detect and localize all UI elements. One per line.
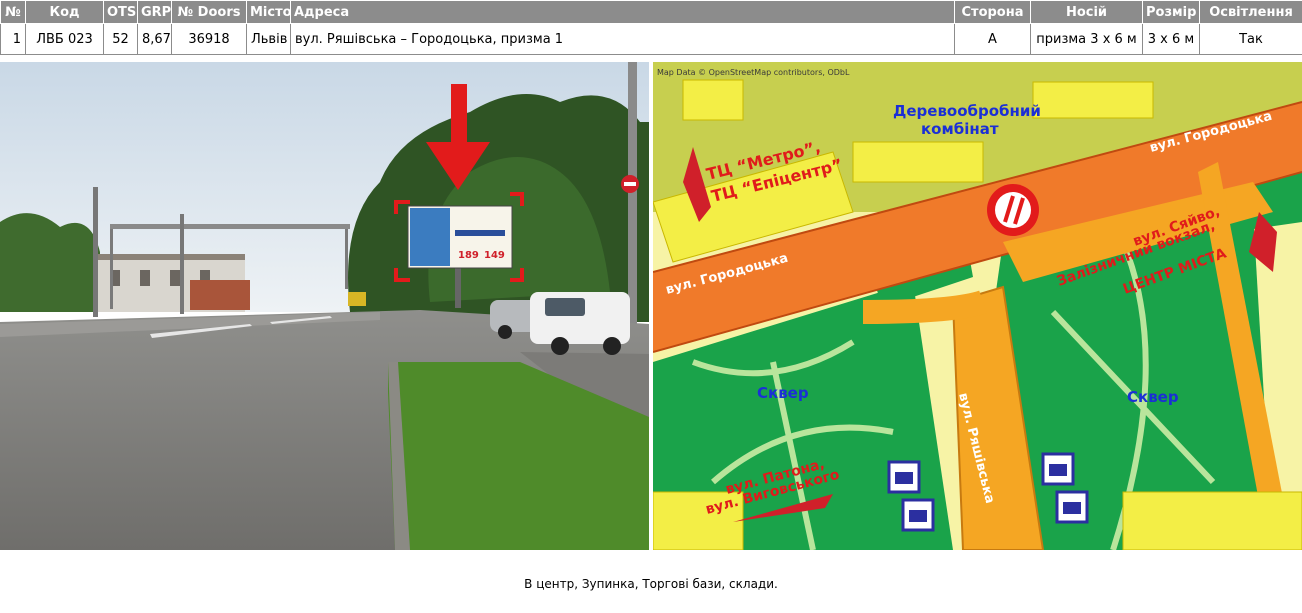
building-roof-red	[190, 280, 250, 310]
map-illustration: Map Data © OpenStreetMap contributors, O…	[653, 62, 1302, 550]
cell-number: 1	[0, 23, 26, 55]
bus-stop-icon	[1041, 452, 1075, 486]
cell-address: вул. Ряшівська – Городоцька, призма 1	[290, 23, 955, 55]
utility-pole	[93, 187, 98, 317]
label-factory-line1: Деревообробний	[893, 102, 1041, 120]
table-row: 1 ЛВБ 023 52 8,67 36918 Львів вул. Ряшів…	[0, 23, 1302, 55]
cell-ots: 52	[103, 23, 138, 55]
map-attribution: Map Data © OpenStreetMap contributors, O…	[657, 68, 850, 77]
col-header-number: №	[0, 0, 26, 24]
footer-description: В центр, Зупинка, Торгові бази, склади.	[524, 577, 778, 591]
billboard-pole	[455, 268, 461, 308]
cell-doors: 36918	[171, 23, 247, 55]
col-header-lighting: Освітлення	[1199, 0, 1302, 24]
street-photo-illustration: 189 149	[0, 62, 649, 550]
col-header-address: Адреса	[290, 0, 955, 24]
label-factory-line2: комбінат	[921, 120, 999, 138]
cell-carrier: призма 3 x 6 м	[1030, 23, 1143, 55]
trees-left	[0, 213, 100, 312]
col-header-doors: № Doors	[171, 0, 247, 24]
sign-gantry	[110, 224, 350, 229]
label-square-right: Сквер	[1127, 388, 1179, 406]
cell-lighting: Так	[1199, 23, 1302, 55]
location-photo: 189 149	[0, 62, 649, 550]
cell-size: 3 x 6 м	[1142, 23, 1200, 55]
label-square-left: Сквер	[757, 384, 809, 402]
bus-stop-icon	[901, 498, 935, 532]
bus-stop-icon	[1055, 490, 1089, 524]
cell-grp: 8,67	[137, 23, 172, 55]
col-header-side: Сторона	[954, 0, 1031, 24]
billboard-price-right: 149	[484, 250, 505, 261]
col-header-carrier: Носій	[1030, 0, 1143, 24]
col-header-ots: OTS	[103, 0, 138, 24]
cell-side: А	[954, 23, 1031, 55]
billboard-info-table: № Код OTS GRP № Doors Місто Адреса Сторо…	[0, 0, 1302, 55]
billboard-price-left: 189	[458, 250, 479, 261]
cell-city: Львів	[246, 23, 291, 55]
location-map: Map Data © OpenStreetMap contributors, O…	[653, 62, 1302, 550]
col-header-code: Код	[25, 0, 104, 24]
col-header-size: Розмір	[1142, 0, 1200, 24]
col-header-grp: GRP	[137, 0, 172, 24]
table-header-row: № Код OTS GRP № Doors Місто Адреса Сторо…	[0, 0, 1302, 24]
cell-code: ЛВБ 023	[25, 23, 104, 55]
bus-stop-icon	[887, 460, 921, 494]
col-header-city: Місто	[246, 0, 291, 24]
